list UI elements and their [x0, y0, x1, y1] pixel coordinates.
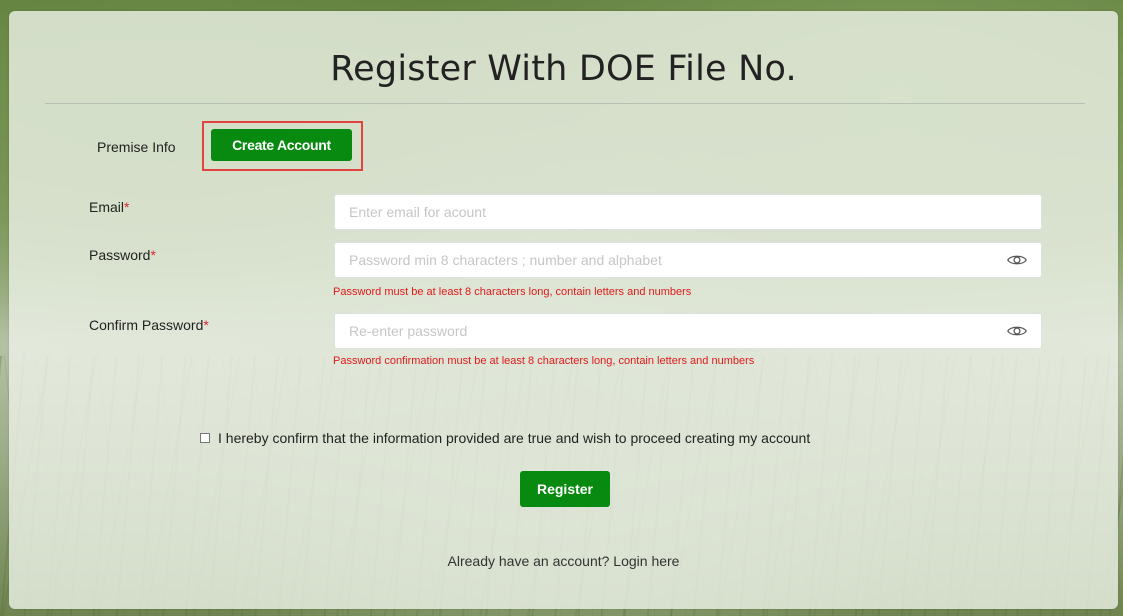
confirm-password-label: Confirm Password*	[89, 317, 209, 333]
agreement-checkbox[interactable]	[200, 433, 210, 443]
email-label: Email*	[89, 199, 129, 215]
agreement-label: I hereby confirm that the information pr…	[218, 430, 811, 446]
confirm-password-error: Password confirmation must be at least 8…	[333, 355, 755, 367]
tab-bar: Premise Info Create Account	[45, 121, 1085, 171]
agreement-row: I hereby confirm that the information pr…	[200, 430, 810, 446]
login-link[interactable]: Already have an account? Login here	[9, 553, 1118, 569]
password-label: Password*	[89, 247, 156, 263]
confirm-password-field[interactable]	[334, 313, 1042, 349]
register-card: Register With DOE File No. Premise Info …	[9, 11, 1118, 609]
eye-icon[interactable]	[1006, 320, 1028, 342]
register-button[interactable]: Register	[520, 471, 610, 507]
tab-create-account[interactable]: Create Account	[211, 129, 352, 161]
tab-premise-info[interactable]: Premise Info	[97, 139, 176, 155]
password-field[interactable]	[334, 242, 1042, 278]
confirm-password-label-text: Confirm Password	[89, 317, 204, 333]
title-divider	[45, 103, 1085, 104]
page-title: Register With DOE File No.	[330, 49, 797, 89]
required-marker: *	[124, 199, 130, 215]
email-field[interactable]	[334, 194, 1042, 230]
required-marker: *	[203, 317, 209, 333]
eye-icon[interactable]	[1006, 249, 1028, 271]
required-marker: *	[150, 247, 156, 263]
password-label-text: Password	[89, 247, 151, 263]
password-error: Password must be at least 8 characters l…	[333, 286, 692, 298]
email-label-text: Email	[89, 199, 125, 215]
